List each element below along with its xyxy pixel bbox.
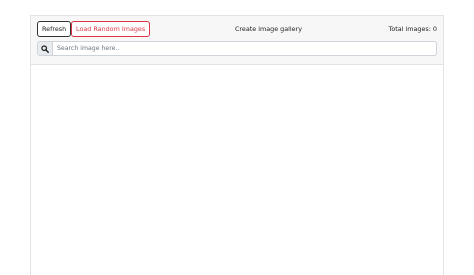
search-input[interactable] <box>53 41 437 56</box>
page-title: Create image gallery <box>234 25 303 33</box>
search-bar <box>37 41 437 56</box>
search-icon <box>37 41 53 56</box>
load-random-images-button[interactable]: Load Random Images <box>71 21 151 37</box>
gallery-header: Refresh Load Random Images Create image … <box>31 16 443 65</box>
image-gallery-area <box>31 65 443 275</box>
gallery-panel: Refresh Load Random Images Create image … <box>30 15 444 275</box>
refresh-button[interactable]: Refresh <box>37 21 72 37</box>
total-images-count: Total images: 0 <box>388 25 437 33</box>
